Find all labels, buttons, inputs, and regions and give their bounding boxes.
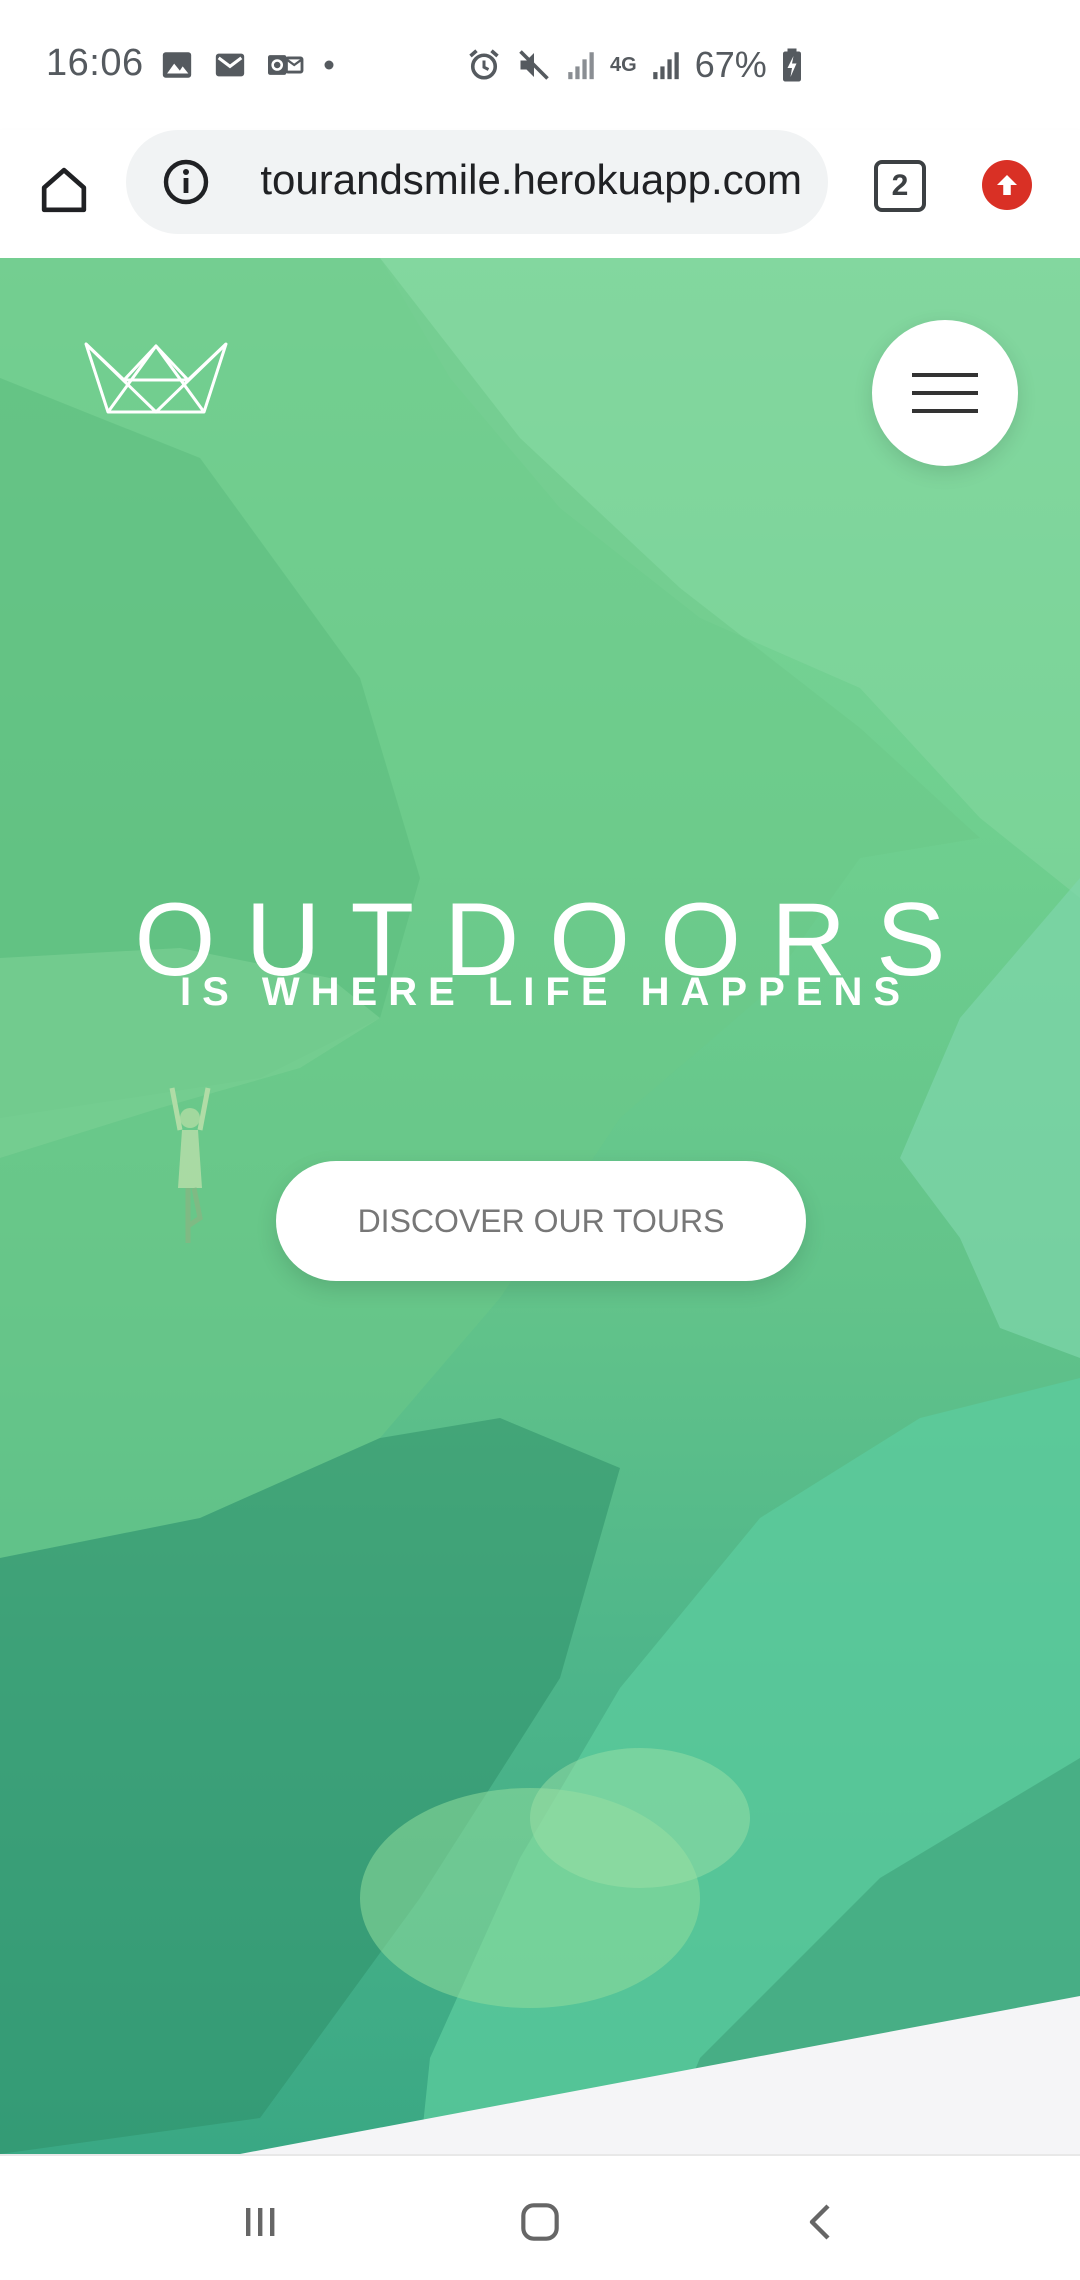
url-clip: tourandsmile.herokuapp.com — [230, 130, 828, 234]
recent-apps-icon — [246, 2208, 275, 2236]
back-icon — [809, 2204, 830, 2240]
status-time: 16:06 — [46, 42, 144, 84]
home-nav-button[interactable] — [510, 2192, 570, 2252]
image-icon — [162, 52, 192, 78]
home-icon — [41, 167, 87, 213]
recent-apps-button[interactable] — [230, 2192, 290, 2252]
tab-count: 2 — [891, 169, 909, 202]
mute-icon — [519, 50, 549, 80]
system-status: 4G 67% — [466, 44, 803, 86]
url-text: tourandsmile.herokuapp.com — [260, 156, 802, 203]
status-bar: 16:06 4G 67% — [0, 0, 1080, 130]
system-navigation-bar — [0, 2154, 1080, 2280]
back-button[interactable] — [792, 2192, 852, 2252]
dot-icon — [324, 60, 334, 70]
notification-icons — [160, 48, 336, 82]
alarm-icon — [469, 49, 499, 80]
gmail-icon — [215, 53, 245, 77]
outlook-icon — [268, 55, 304, 75]
browser-toolbar: tourandsmile.herokuapp.com 2 — [0, 130, 1080, 258]
section-divider — [240, 1996, 1080, 2154]
arrow-up-icon — [997, 175, 1017, 195]
hero-section: OUTDOORS IS WHERE LIFE HAPPENS DISCOVER … — [0, 258, 1080, 2154]
battery-percent: 67% — [694, 44, 767, 85]
signal-icon — [652, 52, 679, 80]
address-bar[interactable]: tourandsmile.herokuapp.com — [126, 130, 828, 234]
network-4g-icon: 4G — [610, 54, 637, 76]
home-button-icon — [521, 2203, 559, 2241]
battery-icon — [782, 48, 801, 82]
update-icon[interactable] — [982, 160, 1032, 210]
browser-home-button[interactable] — [28, 154, 100, 226]
info-icon[interactable] — [162, 158, 210, 206]
signal-icon — [568, 52, 594, 80]
tabs-icon[interactable]: 2 — [874, 160, 926, 212]
